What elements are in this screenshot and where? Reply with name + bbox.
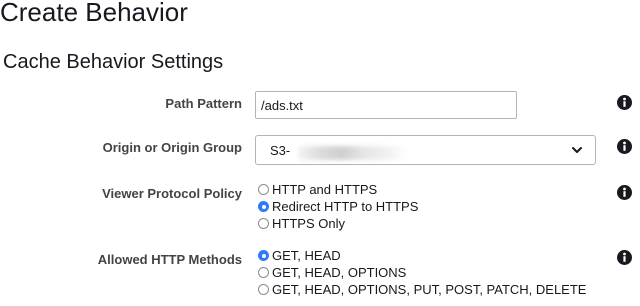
radio-option-get-head-options[interactable]: GET, HEAD, OPTIONS (258, 264, 586, 281)
viewer-protocol-policy-label: Viewer Protocol Policy (102, 186, 242, 201)
info-icon[interactable] (617, 250, 632, 265)
radio-label: Redirect HTTP to HTTPS (272, 199, 419, 214)
info-icon[interactable] (617, 95, 632, 110)
allowed-http-methods-label: Allowed HTTP Methods (97, 252, 242, 267)
origin-selected-value: S3- (270, 143, 291, 158)
radio-label: HTTP and HTTPS (272, 182, 378, 197)
radio-option-redirect-http-to-https[interactable]: Redirect HTTP to HTTPS (258, 198, 418, 215)
radio-option-http-and-https[interactable]: HTTP and HTTPS (258, 181, 418, 198)
radio-label: GET, HEAD (272, 248, 341, 263)
radio-button[interactable] (258, 184, 269, 195)
radio-button[interactable] (258, 218, 269, 229)
info-icon[interactable] (617, 139, 632, 154)
redacted-blur (298, 146, 408, 160)
path-pattern-input[interactable] (255, 91, 517, 119)
radio-option-get-head[interactable]: GET, HEAD (258, 247, 586, 264)
path-pattern-label: Path Pattern (165, 96, 242, 111)
viewer-protocol-policy-radio-group: HTTP and HTTPS Redirect HTTP to HTTPS HT… (258, 181, 418, 232)
radio-button-selected[interactable] (258, 250, 269, 261)
radio-option-all-methods[interactable]: GET, HEAD, OPTIONS, PUT, POST, PATCH, DE… (258, 281, 586, 298)
radio-label: GET, HEAD, OPTIONS, PUT, POST, PATCH, DE… (272, 282, 587, 297)
info-icon[interactable] (617, 185, 632, 200)
origin-select[interactable]: S3- (255, 135, 596, 165)
radio-button-selected[interactable] (258, 201, 269, 212)
radio-option-https-only[interactable]: HTTPS Only (258, 215, 418, 232)
radio-button[interactable] (258, 284, 269, 295)
chevron-down-icon (572, 147, 582, 153)
radio-label: GET, HEAD, OPTIONS (272, 265, 407, 280)
radio-button[interactable] (258, 267, 269, 278)
origin-label: Origin or Origin Group (102, 140, 242, 155)
allowed-http-methods-radio-group: GET, HEAD GET, HEAD, OPTIONS GET, HEAD, … (258, 247, 586, 298)
radio-label: HTTPS Only (272, 216, 345, 231)
section-title: Cache Behavior Settings (3, 51, 224, 73)
page-title: Create Behavior (0, 0, 188, 27)
